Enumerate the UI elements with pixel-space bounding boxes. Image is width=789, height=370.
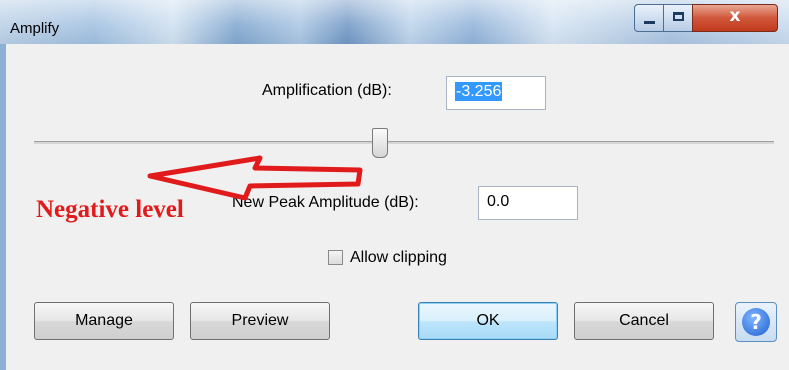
amplify-dialog: Amplify x Amplification (dB): -3.256 New… <box>0 0 789 370</box>
left-arrow-icon <box>147 155 363 201</box>
annotation-text: Negative level <box>36 196 184 223</box>
minimize-icon <box>644 21 655 24</box>
maximize-button[interactable] <box>663 4 693 32</box>
minimize-button[interactable] <box>634 4 664 32</box>
maximize-icon <box>673 12 684 21</box>
window-title: Amplify <box>10 20 60 37</box>
close-button[interactable]: x <box>692 4 778 32</box>
close-icon: x <box>729 6 741 26</box>
